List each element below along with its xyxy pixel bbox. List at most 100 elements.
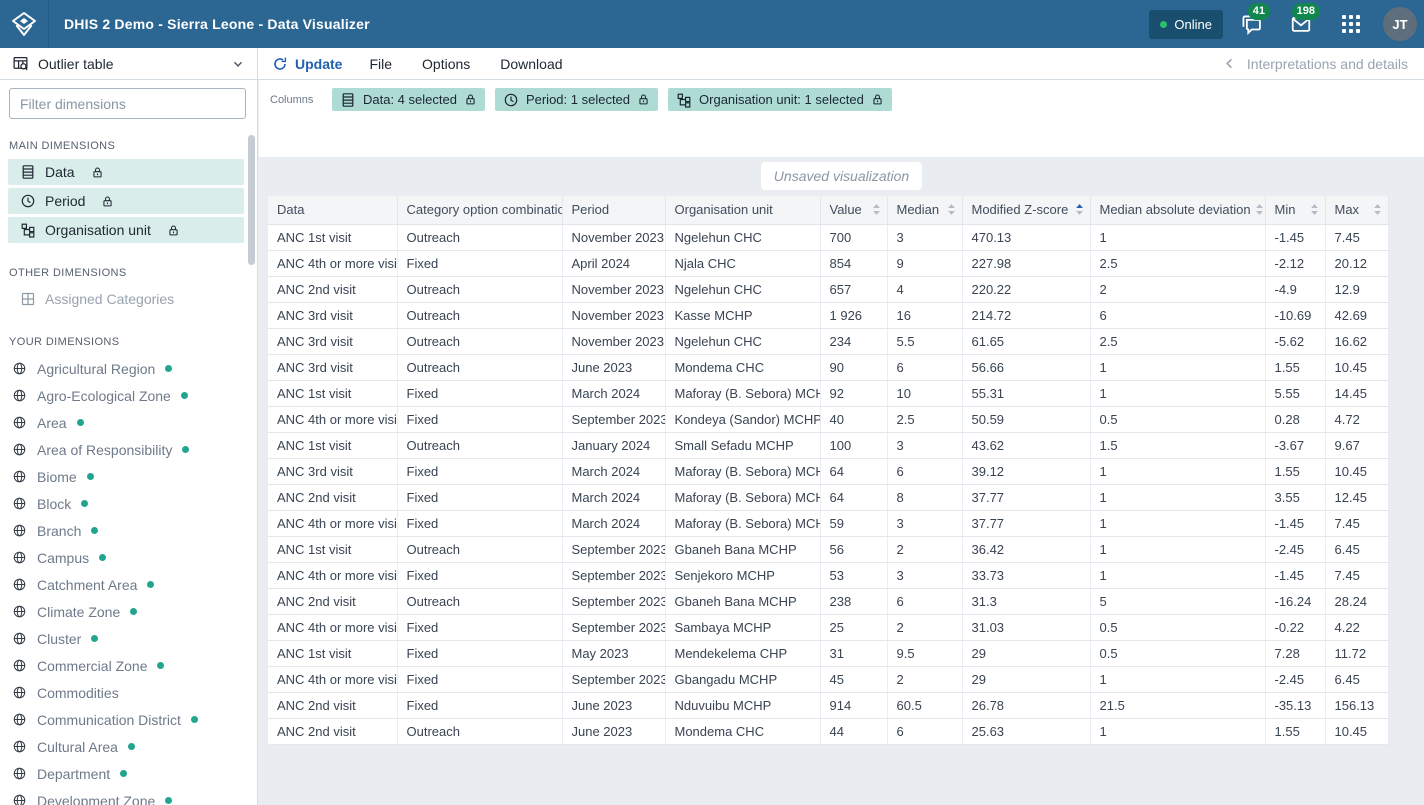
sidebar-item-campus[interactable]: Campus [0, 544, 257, 571]
table-cell: 37.77 [962, 510, 1090, 536]
table-row: ANC 3rd visitFixedMarch 2024Maforay (B. … [268, 458, 1388, 484]
mail-button[interactable]: 198 [1279, 2, 1323, 46]
column-header-median[interactable]: Median [887, 196, 962, 224]
your-dimensions-heading: YOUR DIMENSIONS [0, 315, 257, 355]
table-cell: September 2023 [562, 562, 665, 588]
table-cell: 10.45 [1325, 458, 1388, 484]
table-cell: 64 [820, 484, 887, 510]
sidebar-item-organisation-unit[interactable]: Organisation unit [8, 217, 244, 243]
update-button[interactable]: Update [258, 48, 354, 79]
table-cell: May 2023 [562, 640, 665, 666]
sidebar-item-climate-zone[interactable]: Climate Zone [0, 598, 257, 625]
table-cell: 9.67 [1325, 432, 1388, 458]
sidebar-item-cluster[interactable]: Cluster [0, 625, 257, 652]
table-cell: 4 [887, 276, 962, 302]
column-header-median-absolute-deviation[interactable]: Median absolute deviation [1090, 196, 1265, 224]
table-cell: 14.45 [1325, 380, 1388, 406]
column-header-modified-z-score[interactable]: Modified Z-score [962, 196, 1090, 224]
table-cell: 42.69 [1325, 302, 1388, 328]
lock-icon [464, 93, 477, 106]
sidebar-item-branch[interactable]: Branch [0, 517, 257, 544]
column-header-value[interactable]: Value [820, 196, 887, 224]
interpretations-toggle[interactable]: Interpretations and details [1206, 48, 1424, 79]
sidebar-item-communication-district[interactable]: Communication District [0, 706, 257, 733]
table-cell: Fixed [397, 666, 562, 692]
dimension-label: Catchment Area [37, 577, 137, 593]
chevron-left-icon [1222, 56, 1237, 71]
sidebar-item-assigned-categories[interactable]: Assigned Categories [8, 286, 244, 312]
column-header-min[interactable]: Min [1265, 196, 1325, 224]
dimension-label: Climate Zone [37, 604, 120, 620]
table-cell: Outreach [397, 354, 562, 380]
table-cell: Ngelehun CHC [665, 224, 820, 250]
filter-dimensions-input[interactable] [9, 88, 246, 119]
online-label: Online [1174, 17, 1212, 32]
table-cell: ANC 3rd visit [268, 458, 397, 484]
table-row: ANC 1st visitOutreachJanuary 2024Small S… [268, 432, 1388, 458]
sidebar-item-commodities[interactable]: Commodities [0, 679, 257, 706]
table-cell: 10.45 [1325, 354, 1388, 380]
sidebar-item-agro-ecological-zone[interactable]: Agro-Ecological Zone [0, 382, 257, 409]
sidebar-item-area-of-responsibility[interactable]: Area of Responsibility [0, 436, 257, 463]
table-cell: 6 [887, 588, 962, 614]
table-cell: ANC 3rd visit [268, 354, 397, 380]
layout-chip-period[interactable]: Period: 1 selected [495, 88, 658, 111]
layout-chip-data[interactable]: Data: 4 selected [332, 88, 485, 111]
layout-chip-organisation-unit[interactable]: Organisation unit: 1 selected [668, 88, 892, 111]
column-header-max[interactable]: Max [1325, 196, 1388, 224]
table-cell: Maforay (B. Sebora) MCHP [665, 510, 820, 536]
table-cell: 3 [887, 224, 962, 250]
avatar[interactable]: JT [1383, 7, 1417, 41]
lock-icon [101, 195, 114, 208]
column-label: Data [277, 202, 304, 217]
dhis2-logo[interactable] [0, 0, 49, 48]
sidebar-item-cultural-area[interactable]: Cultural Area [0, 733, 257, 760]
sidebar-item-catchment-area[interactable]: Catchment Area [0, 571, 257, 598]
table-cell: Nduvuibu MCHP [665, 692, 820, 718]
apps-menu-button[interactable] [1329, 2, 1373, 46]
online-status[interactable]: Online [1149, 10, 1223, 39]
globe-icon [12, 604, 27, 619]
table-cell: 657 [820, 276, 887, 302]
app-title: DHIS 2 Demo - Sierra Leone - Data Visual… [64, 16, 370, 32]
menu-download[interactable]: Download [485, 48, 577, 79]
sidebar-item-department[interactable]: Department [0, 760, 257, 787]
table-cell: March 2024 [562, 510, 665, 536]
menu-options[interactable]: Options [407, 48, 485, 79]
column-label: Organisation unit [675, 202, 773, 217]
table-cell: 33.73 [962, 562, 1090, 588]
table-cell: 2 [887, 536, 962, 562]
table-cell: Outreach [397, 302, 562, 328]
table-cell: 25 [820, 614, 887, 640]
sidebar-item-biome[interactable]: Biome [0, 463, 257, 490]
sidebar-item-period[interactable]: Period [8, 188, 244, 214]
table-cell: 1 [1090, 224, 1265, 250]
period-icon [20, 193, 36, 209]
outlier-table: DataCategory option combinationPeriodOrg… [268, 196, 1389, 745]
table-cell: 43.62 [962, 432, 1090, 458]
sidebar-scrollbar[interactable] [248, 135, 255, 265]
table-cell: 6 [887, 458, 962, 484]
interpretations-messages-button[interactable]: 41 [1229, 2, 1273, 46]
sidebar-item-agricultural-region[interactable]: Agricultural Region [0, 355, 257, 382]
visualization-type-selector[interactable]: Outlier table [0, 48, 258, 79]
table-cell: Mendekelema CHP [665, 640, 820, 666]
table-cell: 2.5 [1090, 250, 1265, 276]
sidebar-item-commercial-zone[interactable]: Commercial Zone [0, 652, 257, 679]
update-label: Update [295, 56, 342, 72]
table-cell: -35.13 [1265, 692, 1325, 718]
table-cell: Njala CHC [665, 250, 820, 276]
table-cell: 854 [820, 250, 887, 276]
table-cell: ANC 1st visit [268, 224, 397, 250]
sidebar-item-data[interactable]: Data [8, 159, 244, 185]
table-cell: 6 [887, 354, 962, 380]
sidebar-item-area[interactable]: Area [0, 409, 257, 436]
table-cell: 100 [820, 432, 887, 458]
table-cell: 3.55 [1265, 484, 1325, 510]
menu-file[interactable]: File [354, 48, 407, 79]
dimension-label: Cultural Area [37, 739, 118, 755]
table-cell: 29 [962, 666, 1090, 692]
sidebar-item-block[interactable]: Block [0, 490, 257, 517]
sidebar-item-development-zone[interactable]: Development Zone [0, 787, 257, 805]
visualization-type-label: Outlier table [38, 56, 113, 72]
